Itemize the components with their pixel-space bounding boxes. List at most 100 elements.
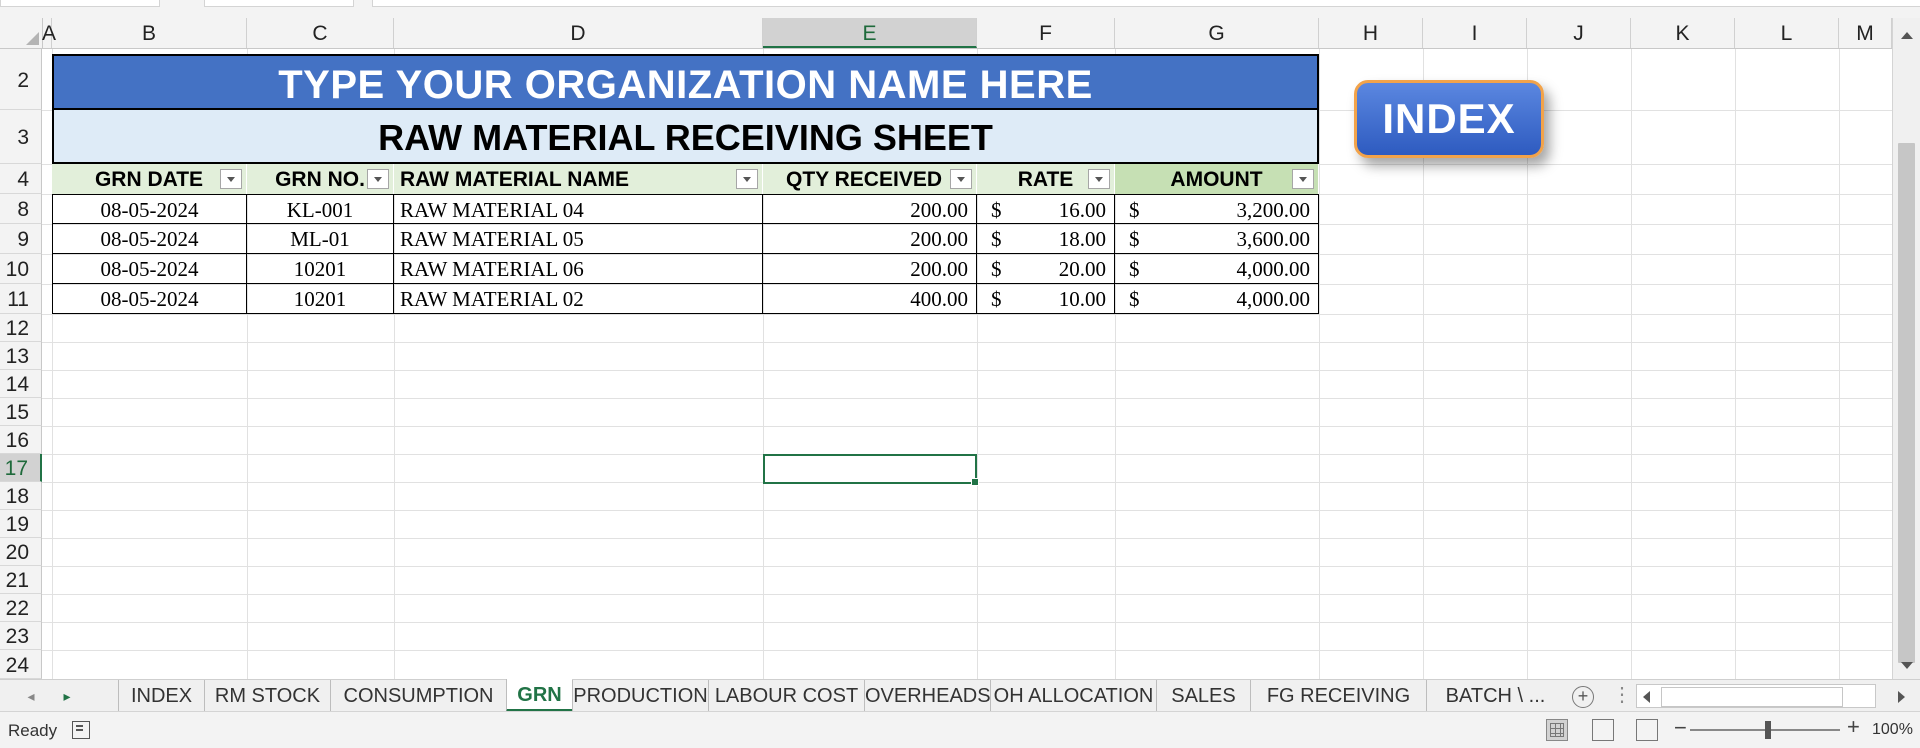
header-amount[interactable]: AMOUNT bbox=[1115, 164, 1319, 194]
column-header-l[interactable]: L bbox=[1735, 18, 1839, 48]
row-header-11[interactable]: 11 bbox=[0, 284, 42, 314]
sheet-tab-index[interactable]: INDEX bbox=[118, 680, 204, 712]
vertical-scroll-thumb[interactable] bbox=[1898, 143, 1915, 663]
name-box[interactable] bbox=[0, 0, 160, 7]
cell-date[interactable]: 08-05-2024 bbox=[52, 224, 247, 254]
cell-date[interactable]: 08-05-2024 bbox=[52, 194, 247, 224]
sheet-tab-fg-receiving[interactable]: FG RECEIVING bbox=[1250, 680, 1426, 712]
horizontal-scrollbar[interactable] bbox=[1636, 684, 1905, 708]
row-header-2[interactable]: 2 bbox=[0, 49, 42, 110]
scroll-right-icon[interactable] bbox=[1898, 691, 1905, 703]
row-header-19[interactable]: 19 bbox=[0, 510, 42, 538]
cell-name[interactable]: RAW MATERIAL 06 bbox=[394, 254, 763, 284]
sheet-tab-oh-allocation[interactable]: OH ALLOCATION bbox=[990, 680, 1156, 712]
tab-scroll-left-icon[interactable]: ◂ bbox=[18, 680, 44, 712]
row-header-24[interactable]: 24 bbox=[0, 650, 42, 679]
column-header-d[interactable]: D bbox=[394, 18, 763, 48]
row-header-17[interactable]: 17 bbox=[0, 454, 42, 482]
filter-dropdown-icon[interactable] bbox=[220, 169, 242, 189]
organization-name-banner[interactable]: TYPE YOUR ORGANIZATION NAME HERE bbox=[52, 54, 1319, 110]
scroll-down-icon[interactable] bbox=[1901, 662, 1913, 669]
column-header-c[interactable]: C bbox=[247, 18, 394, 48]
page-layout-icon[interactable] bbox=[1592, 719, 1614, 741]
column-header-i[interactable]: I bbox=[1423, 18, 1527, 48]
vertical-scrollbar[interactable] bbox=[1892, 18, 1920, 679]
filter-dropdown-icon[interactable] bbox=[950, 169, 972, 189]
scroll-up-icon[interactable] bbox=[1901, 32, 1913, 39]
cell-amount[interactable]: $4,000.00 bbox=[1115, 284, 1319, 314]
cell-rate[interactable]: $20.00 bbox=[977, 254, 1115, 284]
row-header-16[interactable]: 16 bbox=[0, 426, 42, 454]
row-header-3[interactable]: 3 bbox=[0, 110, 42, 164]
header-grn-no[interactable]: GRN NO. bbox=[247, 164, 394, 194]
row-header-9[interactable]: 9 bbox=[0, 224, 42, 254]
scroll-left-icon[interactable] bbox=[1643, 691, 1650, 703]
more-tabs-icon[interactable]: ⋮ bbox=[1612, 680, 1632, 710]
row-header-13[interactable]: 13 bbox=[0, 342, 42, 370]
row-header-12[interactable]: 12 bbox=[0, 314, 42, 342]
cell-date[interactable]: 08-05-2024 bbox=[52, 284, 247, 314]
macro-record-icon[interactable] bbox=[72, 721, 90, 739]
header-raw-material-name[interactable]: RAW MATERIAL NAME bbox=[394, 164, 763, 194]
cell-name[interactable]: RAW MATERIAL 04 bbox=[394, 194, 763, 224]
row-header-18[interactable]: 18 bbox=[0, 482, 42, 510]
row-header-22[interactable]: 22 bbox=[0, 594, 42, 622]
column-header-j[interactable]: J bbox=[1527, 18, 1631, 48]
sheet-tab-rm-stock[interactable]: RM STOCK bbox=[204, 680, 330, 712]
sheet-tab-production[interactable]: PRODUCTION bbox=[572, 680, 708, 712]
header-rate[interactable]: RATE bbox=[977, 164, 1115, 194]
select-all-corner[interactable] bbox=[0, 18, 43, 48]
row-header-8[interactable]: 8 bbox=[0, 194, 42, 224]
row-header-23[interactable]: 23 bbox=[0, 622, 42, 650]
horizontal-scroll-thumb[interactable] bbox=[1661, 687, 1843, 707]
column-header-h[interactable]: H bbox=[1319, 18, 1423, 48]
cell-grn[interactable]: 10201 bbox=[247, 284, 394, 314]
column-header-m[interactable]: M bbox=[1839, 18, 1892, 48]
row-header-14[interactable]: 14 bbox=[0, 370, 42, 398]
cell-amount[interactable]: $3,600.00 bbox=[1115, 224, 1319, 254]
cell-qty[interactable]: 200.00 bbox=[763, 254, 977, 284]
cell-qty[interactable]: 200.00 bbox=[763, 224, 977, 254]
cell-rate[interactable]: $18.00 bbox=[977, 224, 1115, 254]
cell-grn[interactable]: ML-01 bbox=[247, 224, 394, 254]
column-header-g[interactable]: G bbox=[1115, 18, 1319, 48]
sheet-tab-consumption[interactable]: CONSUMPTION bbox=[330, 680, 506, 712]
formula-input[interactable] bbox=[372, 0, 1920, 7]
active-cell-selection[interactable] bbox=[763, 454, 979, 486]
cell-date[interactable]: 08-05-2024 bbox=[52, 254, 247, 284]
cell-rate[interactable]: $16.00 bbox=[977, 194, 1115, 224]
cell-qty[interactable]: 400.00 bbox=[763, 284, 977, 314]
filter-dropdown-icon[interactable] bbox=[367, 169, 389, 189]
zoom-out-icon[interactable]: − bbox=[1674, 715, 1687, 741]
row-header-21[interactable]: 21 bbox=[0, 566, 42, 594]
row-header-15[interactable]: 15 bbox=[0, 398, 42, 426]
cell-grn[interactable]: 10201 bbox=[247, 254, 394, 284]
cell-grn[interactable]: KL-001 bbox=[247, 194, 394, 224]
formula-controls[interactable] bbox=[204, 0, 354, 7]
header-qty-received[interactable]: QTY RECEIVED bbox=[763, 164, 977, 194]
row-header-4[interactable]: 4 bbox=[0, 164, 42, 194]
filter-dropdown-icon[interactable] bbox=[736, 169, 758, 189]
column-header-f[interactable]: F bbox=[977, 18, 1115, 48]
column-header-k[interactable]: K bbox=[1631, 18, 1735, 48]
sheet-tab-batch[interactable]: BATCH \ ... bbox=[1426, 680, 1564, 712]
sheet-tab-labour-cost[interactable]: LABOUR COST bbox=[708, 680, 864, 712]
normal-view-icon[interactable] bbox=[1546, 719, 1568, 741]
zoom-in-icon[interactable]: + bbox=[1847, 714, 1860, 740]
sheet-tab-overheads[interactable]: OVERHEADS bbox=[864, 680, 991, 712]
cell-name[interactable]: RAW MATERIAL 05 bbox=[394, 224, 763, 254]
column-header-a[interactable]: A bbox=[42, 18, 56, 48]
header-grn-date[interactable]: GRN DATE bbox=[52, 164, 247, 194]
cell-qty[interactable]: 200.00 bbox=[763, 194, 977, 224]
zoom-slider-knob[interactable] bbox=[1765, 721, 1771, 739]
row-header-10[interactable]: 10 bbox=[0, 254, 42, 284]
cell-name[interactable]: RAW MATERIAL 02 bbox=[394, 284, 763, 314]
column-header-e[interactable]: E bbox=[763, 18, 977, 48]
cell-amount[interactable]: $3,200.00 bbox=[1115, 194, 1319, 224]
filter-dropdown-icon[interactable] bbox=[1088, 169, 1110, 189]
column-header-b[interactable]: B bbox=[52, 18, 247, 48]
sheet-tab-sales[interactable]: SALES bbox=[1156, 680, 1250, 712]
sheet-title-banner[interactable]: RAW MATERIAL RECEIVING SHEET bbox=[52, 110, 1319, 164]
sheet-tab-grn[interactable]: GRN bbox=[506, 679, 572, 712]
page-break-icon[interactable] bbox=[1636, 719, 1658, 741]
